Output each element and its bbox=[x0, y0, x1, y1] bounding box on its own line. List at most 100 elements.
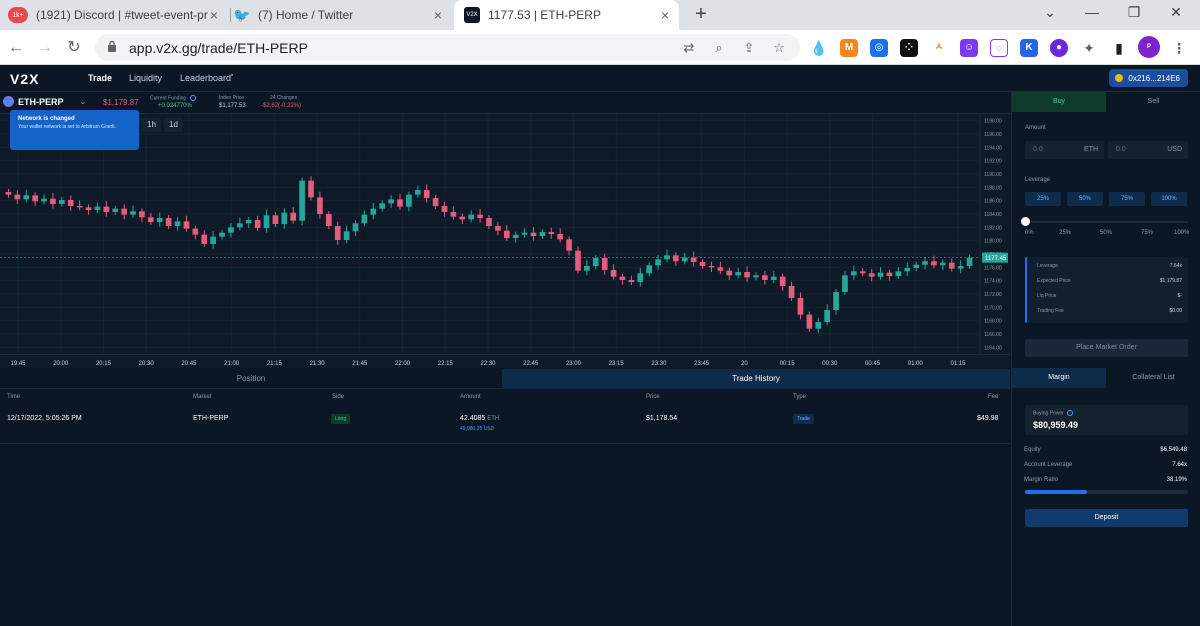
col-time: Time bbox=[7, 394, 21, 400]
nav-liquidity[interactable]: Liquidity bbox=[129, 73, 162, 83]
candle-body bbox=[530, 232, 537, 236]
leverage-25-button[interactable]: 25% bbox=[1025, 192, 1061, 206]
extension-active-icon[interactable]: ● bbox=[1050, 39, 1068, 57]
browser-tab-twitter[interactable]: 🐦 (7) Home / Twitter × bbox=[233, 0, 452, 30]
stat-value: -$2.62(-0.22%) bbox=[261, 103, 302, 109]
leverage-75-button[interactable]: 75% bbox=[1109, 192, 1145, 206]
sell-tab[interactable]: Sell bbox=[1106, 92, 1200, 112]
window-close-icon[interactable]: ✕ bbox=[1166, 4, 1186, 21]
leverage-slider-track[interactable] bbox=[1026, 221, 1188, 223]
translate-icon[interactable]: ⇄ bbox=[680, 39, 698, 57]
col-amount: Amount bbox=[460, 394, 481, 400]
candle-body bbox=[174, 221, 181, 226]
browser-tab-discord[interactable]: 1k+ (1921) Discord | #tweet-event-pr × bbox=[8, 0, 228, 30]
timeframe-1h-button[interactable]: 1h bbox=[142, 118, 161, 132]
candle-body bbox=[210, 236, 216, 244]
candle-body bbox=[272, 215, 279, 224]
timeframe-1d-button[interactable]: 1d bbox=[164, 118, 183, 132]
amount-eth-input[interactable]: 0.0 ETH bbox=[1025, 141, 1104, 159]
candle-body bbox=[895, 271, 902, 276]
lock-icon bbox=[108, 40, 116, 52]
tab-search-icon[interactable]: ⌄ bbox=[1040, 4, 1060, 21]
time-axis-svg: 19:45 20:00 20:15 20:30 20:45 21:00 21:15 21:30… bbox=[10, 361, 966, 367]
candle-body bbox=[788, 286, 795, 298]
tab-title: (1921) Discord | #tweet-event-pr bbox=[36, 8, 208, 22]
extension-pink-icon[interactable]: ◌ bbox=[990, 39, 1008, 57]
candle-body bbox=[922, 261, 928, 265]
back-icon[interactable]: ← bbox=[6, 38, 26, 58]
deposit-button[interactable]: Deposit bbox=[1025, 509, 1188, 527]
candle-body bbox=[183, 221, 190, 229]
omnibox[interactable]: app.v2x.gg/trade/ETH-PERP ⇄ ⌕ ⇪ ☆ bbox=[95, 34, 800, 61]
unit-eth: ETH bbox=[1084, 146, 1098, 153]
nav-leaderboard[interactable]: Leaderboard bbox=[180, 73, 231, 83]
tab-position[interactable]: Position bbox=[0, 369, 502, 389]
close-icon[interactable]: × bbox=[430, 7, 446, 23]
candle-body bbox=[147, 217, 154, 222]
extension-blue-icon[interactable]: ◎ bbox=[870, 39, 888, 57]
y-tick-label: 1180.00 bbox=[984, 239, 1002, 245]
leverage-slider-handle[interactable] bbox=[1021, 217, 1030, 226]
share-icon[interactable]: ⇪ bbox=[740, 39, 758, 57]
candle-body bbox=[673, 255, 679, 262]
app-header: V2X Trade Liquidity Leaderboard ↗ 0x216.… bbox=[0, 65, 1200, 92]
tab-trade-history[interactable]: Trade History bbox=[502, 369, 1010, 389]
candle-body bbox=[477, 214, 483, 218]
extension-dots-icon[interactable]: ⁘ bbox=[900, 39, 918, 57]
summary-liq-price: Liq Price $- bbox=[1037, 293, 1182, 299]
margin-tab[interactable]: Margin bbox=[1012, 368, 1106, 388]
extensions-puzzle-icon[interactable]: ✦ bbox=[1080, 39, 1098, 57]
y-tick-label: 1164.00 bbox=[984, 345, 1002, 351]
index-price-stat: Index Price $1,177.53 bbox=[219, 95, 246, 109]
close-icon[interactable]: × bbox=[657, 7, 673, 23]
reload-icon[interactable]: ↻ bbox=[64, 38, 84, 58]
candle-body bbox=[441, 206, 448, 212]
candle-body bbox=[824, 310, 831, 322]
price-chart[interactable]: 1198.00 1196.00 1194.00 1192.00 1190.00 1188.… bbox=[0, 114, 1010, 368]
candle-body bbox=[859, 271, 866, 274]
candle-body bbox=[815, 322, 822, 329]
summary-value: $- bbox=[1177, 293, 1182, 299]
side-panel-icon[interactable]: ▮ bbox=[1110, 39, 1128, 57]
forward-icon[interactable]: → bbox=[35, 38, 55, 58]
metamask-icon[interactable]: M bbox=[840, 39, 858, 57]
candle-body bbox=[717, 267, 724, 271]
browser-tab-v2x[interactable]: V2X 1177.53 | ETH-PERP × bbox=[454, 0, 679, 30]
leverage-50-button[interactable]: 50% bbox=[1067, 192, 1103, 206]
restore-icon[interactable]: ❐ bbox=[1124, 4, 1144, 21]
extension-purple-icon[interactable]: ☺ bbox=[960, 39, 978, 57]
candle-body bbox=[14, 194, 21, 200]
margin-ratio-bar bbox=[1025, 490, 1188, 494]
candle-body bbox=[334, 226, 341, 240]
collateral-list-tab[interactable]: Collateral List bbox=[1106, 368, 1200, 388]
tab-title: 1177.53 | ETH-PERP bbox=[488, 8, 601, 22]
info-icon bbox=[1067, 410, 1074, 416]
amount-value: 42.4085 bbox=[460, 415, 486, 422]
v2x-logo[interactable]: V2X bbox=[10, 71, 39, 87]
row-fee: $49.98 bbox=[977, 415, 999, 422]
extension-k-icon[interactable]: K bbox=[1020, 39, 1038, 57]
candle-body bbox=[245, 220, 252, 224]
wallet-address: 0x216...214E6 bbox=[1128, 73, 1180, 83]
new-tab-button[interactable]: + bbox=[690, 3, 712, 26]
bookmark-star-icon[interactable]: ☆ bbox=[770, 39, 788, 57]
candle-body bbox=[557, 234, 564, 240]
buy-tab[interactable]: Buy bbox=[1012, 92, 1106, 112]
amount-usd-input[interactable]: 0.0 USD bbox=[1108, 141, 1188, 159]
market-selector[interactable]: ETH-PERP ⌄ bbox=[3, 96, 86, 107]
nav-trade[interactable]: Trade bbox=[88, 73, 112, 83]
candlestick-chart-svg[interactable]: 1198.00 1196.00 1194.00 1192.00 1190.00 1188.… bbox=[0, 114, 1010, 368]
extension-orange-icon[interactable]: ㅅ bbox=[930, 39, 948, 57]
leverage-100-button[interactable]: 100% bbox=[1151, 192, 1187, 206]
wallet-button[interactable]: 0x216...214E6 bbox=[1109, 69, 1188, 87]
zoom-icon[interactable]: ⌕ bbox=[710, 39, 728, 57]
profile-avatar[interactable]: P bbox=[1138, 36, 1160, 58]
candle-body bbox=[948, 262, 955, 269]
minimize-icon[interactable]: — bbox=[1082, 4, 1102, 20]
summary-label: Leverage bbox=[1037, 263, 1058, 269]
place-market-order-button[interactable]: Place Market Order bbox=[1025, 339, 1188, 357]
extension-drop-icon[interactable]: 💧 bbox=[810, 39, 828, 57]
close-icon[interactable]: × bbox=[206, 7, 222, 23]
menu-kebab-icon[interactable]: ⋮ bbox=[1170, 39, 1188, 57]
summary-trading-fee: Trading Fee $0.00 bbox=[1037, 308, 1182, 314]
